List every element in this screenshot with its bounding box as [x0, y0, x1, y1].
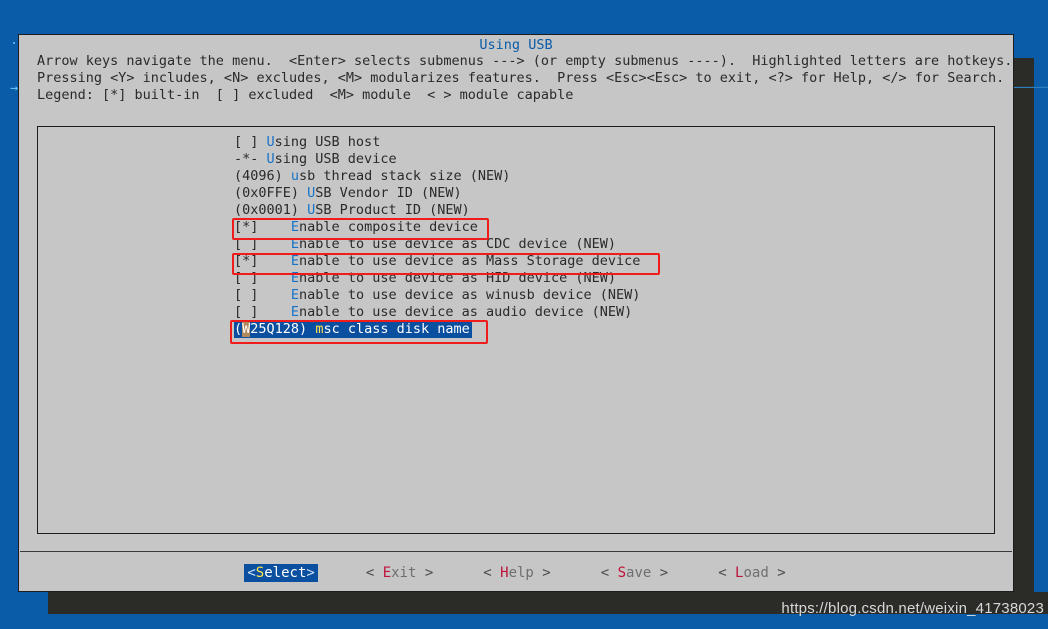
button-bracket-left: < [718, 565, 736, 581]
button-hotkey: S [617, 565, 627, 581]
menu-item-label: nable to use device as HID device (NEW) [299, 270, 617, 286]
button-exit[interactable]: < Exit > [364, 564, 435, 582]
menu-item-label: nable composite device [299, 219, 478, 235]
menu-item-hotkey: u [290, 168, 300, 184]
menu-item[interactable]: [ ] Using USB host [234, 134, 640, 151]
menu-item-label: SB Product ID (NEW) [315, 202, 470, 218]
menu-item-msc-disk-name[interactable]: (W25Q128) msc class disk name [234, 321, 472, 338]
button-bracket-right: > [306, 565, 315, 581]
menu-item-hotkey: E [290, 304, 300, 320]
button-bracket-left: < [365, 565, 383, 581]
button-hotkey: S [255, 565, 265, 581]
menu-item-marker: -*- [234, 151, 267, 167]
menu-item[interactable]: [ ] Enable to use device as audio device… [234, 304, 640, 321]
menu-item-marker: [*] [234, 219, 291, 235]
menu-item-hotkey: E [290, 270, 300, 286]
button-bracket-right: > [651, 565, 669, 581]
menu-list-box[interactable]: [ ] Using USB host -*- Using USB device (4… [37, 126, 995, 534]
dialog-button-bar: <Select> < Exit > < Help > < Save > < Load > [19, 559, 1013, 587]
menu-item-label: sing USB host [274, 134, 381, 150]
help-text: Arrow keys navigate the menu. <Enter> se… [37, 53, 1013, 104]
menu-item[interactable]: [*] Enable composite device [234, 219, 640, 236]
menu-item-marker: [ ] [234, 270, 291, 286]
button-label: elp [508, 565, 534, 581]
menu-item-label: nable to use device as CDC device (NEW) [299, 236, 617, 252]
help-line-2: Pressing <Y> includes, <N> excludes, <M>… [37, 70, 1005, 86]
menu-item[interactable]: (0x0FFE) USB Vendor ID (NEW) [234, 185, 640, 202]
help-line-3: Legend: [*] built-in [ ] excluded <M> mo… [37, 87, 574, 103]
menu-item-label: sb thread stack size (NEW) [299, 168, 511, 184]
menu-item-marker: (0x0001) [234, 202, 308, 218]
menu-item-label: SB Vendor ID (NEW) [315, 185, 462, 201]
menu-item-hotkey: E [290, 236, 300, 252]
button-help[interactable]: < Help > [481, 564, 552, 582]
button-label: xit [391, 565, 417, 581]
menu-item[interactable]: (4096) usb thread stack size (NEW) [234, 168, 640, 185]
menu-item[interactable]: -*- Using USB device [234, 151, 640, 168]
dialog-title-bar: Using USB [19, 36, 1013, 54]
menu-item-label: sing USB device [274, 151, 397, 167]
menu-item-marker: [ ] [234, 236, 291, 252]
dialog-title-text: Using USB [479, 37, 553, 53]
value-open-paren: ( [234, 321, 243, 337]
menu-item-marker: (4096) [234, 168, 291, 184]
button-bracket-right: > [533, 565, 551, 581]
menu-item-selected-wrapper: (W25Q128) msc class disk name [234, 321, 640, 338]
console-background-right [1014, 58, 1034, 614]
button-label: oad [743, 565, 769, 581]
menu-item-marker: [ ] [234, 304, 291, 320]
button-save[interactable]: < Save > [599, 564, 670, 582]
button-bracket-left: < [483, 565, 501, 581]
menu-items: [ ] Using USB host -*- Using USB device (4… [234, 134, 640, 338]
button-separator [20, 551, 1012, 552]
menu-item-marker: [*] [234, 253, 291, 269]
menu-item-marker: (0x0FFE) [234, 185, 308, 201]
button-label: ave [626, 565, 652, 581]
menu-item-hotkey: E [290, 253, 300, 269]
button-bracket-left: < [600, 565, 618, 581]
menu-item[interactable]: (0x0001) USB Product ID (NEW) [234, 202, 640, 219]
menu-item-marker: [ ] [234, 287, 291, 303]
value-rest: 25Q128) [250, 321, 316, 337]
menu-item-marker: [ ] [234, 134, 267, 150]
help-line-1: Arrow keys navigate the menu. <Enter> se… [37, 53, 1013, 69]
menu-item[interactable]: [*] Enable to use device as Mass Storage… [234, 253, 640, 270]
menu-item-hotkey: E [290, 287, 300, 303]
button-label: elect [264, 565, 307, 581]
menu-item[interactable]: [ ] Enable to use device as HID device (… [234, 270, 640, 287]
button-load[interactable]: < Load > [716, 564, 787, 582]
menu-item-label: nable to use device as Mass Storage devi… [299, 253, 641, 269]
menu-item-hotkey: E [290, 219, 300, 235]
title-bar: .config - RT-Thread Configuration → RT-T… [0, 0, 1048, 96]
watermark: https://blog.csdn.net/weixin_41738023 [781, 600, 1044, 617]
button-hotkey: H [500, 565, 509, 581]
button-hotkey: E [382, 565, 392, 581]
menu-item-label: nable to use device as audio device (NEW… [299, 304, 633, 320]
terminal-screen: .config - RT-Thread Configuration → RT-T… [0, 0, 1048, 629]
menu-item-label: nable to use device as winusb device (NE… [299, 287, 641, 303]
menu-item-hotkey: U [266, 151, 275, 167]
menu-item-hotkey: U [266, 134, 275, 150]
menu-item-label: sc class disk name [323, 321, 470, 337]
button-bracket-right: > [768, 565, 786, 581]
menu-item[interactable]: [ ] Enable to use device as winusb devic… [234, 287, 640, 304]
button-bracket-right: > [416, 565, 434, 581]
menuconfig-dialog: Using USB Arrow keys navigate the menu. … [18, 34, 1014, 592]
menu-item[interactable]: [ ] Enable to use device as CDC device (… [234, 236, 640, 253]
button-select[interactable]: <Select> [244, 564, 318, 582]
button-bracket-left: < [247, 565, 256, 581]
